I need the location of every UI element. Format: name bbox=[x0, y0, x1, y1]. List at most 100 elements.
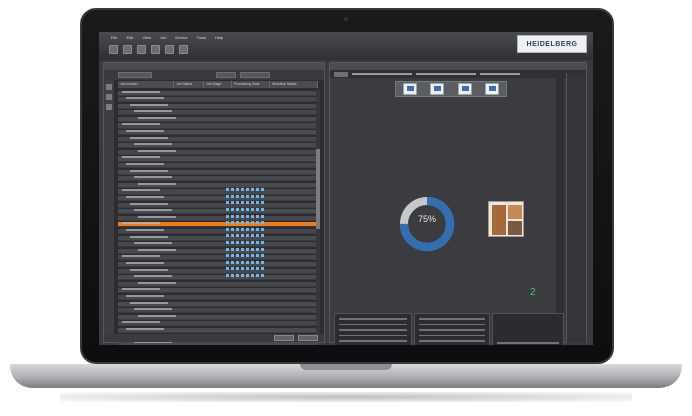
job-filter-dropdown[interactable] bbox=[118, 72, 152, 78]
scrollbar-thumb[interactable] bbox=[316, 149, 320, 229]
job-info-bar bbox=[330, 70, 586, 78]
table-row[interactable] bbox=[118, 169, 318, 175]
row-text bbox=[130, 169, 168, 172]
menu-file[interactable]: File bbox=[111, 35, 117, 40]
job-count-value: 2 bbox=[530, 287, 536, 298]
toolbar bbox=[109, 45, 188, 54]
table-row[interactable] bbox=[118, 163, 318, 169]
row-text bbox=[130, 103, 168, 106]
row-text bbox=[134, 209, 172, 212]
row-text bbox=[126, 327, 164, 330]
footer-button-left[interactable] bbox=[274, 335, 294, 341]
menu-bar: File Edit View Job Device Tools Help bbox=[111, 35, 223, 40]
stage-postpress-icon[interactable] bbox=[457, 83, 472, 95]
stage-prepress-icon[interactable] bbox=[402, 83, 417, 95]
detail-side-strip bbox=[556, 73, 564, 343]
job-info-text bbox=[416, 73, 476, 75]
row-text bbox=[130, 235, 168, 238]
column-header-workflow-status[interactable]: Workflow Status bbox=[270, 81, 318, 88]
table-row[interactable] bbox=[118, 143, 318, 149]
row-text bbox=[134, 275, 172, 278]
menu-tools[interactable]: Tools bbox=[197, 35, 206, 40]
table-row[interactable] bbox=[118, 314, 318, 320]
row-text bbox=[138, 149, 176, 152]
table-row[interactable] bbox=[118, 288, 318, 294]
menu-help[interactable]: Help bbox=[215, 35, 223, 40]
table-row[interactable] bbox=[118, 301, 318, 307]
table-row[interactable] bbox=[118, 308, 318, 314]
side-tool-icon[interactable] bbox=[106, 84, 112, 90]
camera-icon bbox=[344, 17, 348, 21]
job-list-panel: Job number Job Status Job Stage Processi… bbox=[103, 62, 325, 345]
toolbar-button-save[interactable] bbox=[137, 45, 146, 54]
menu-device[interactable]: Device bbox=[175, 35, 187, 40]
job-preview-thumbnail[interactable] bbox=[488, 201, 524, 237]
row-text bbox=[122, 156, 160, 159]
row-text bbox=[130, 202, 168, 205]
side-tool-icon[interactable] bbox=[106, 104, 112, 110]
column-header-job-status[interactable]: Job Status bbox=[174, 81, 204, 88]
job-detail-header bbox=[330, 63, 586, 70]
row-text bbox=[130, 301, 168, 304]
row-text bbox=[126, 294, 164, 297]
row-text bbox=[122, 255, 160, 258]
job-info-button[interactable] bbox=[334, 71, 348, 77]
row-text bbox=[122, 222, 160, 225]
footer-button-right[interactable] bbox=[298, 335, 318, 341]
table-row[interactable] bbox=[118, 281, 318, 287]
menu-view[interactable]: View bbox=[142, 35, 151, 40]
job-dates-box bbox=[414, 313, 490, 345]
row-text bbox=[138, 314, 176, 317]
table-row[interactable] bbox=[118, 110, 318, 116]
toolbar-button-new[interactable] bbox=[109, 45, 118, 54]
table-row[interactable] bbox=[118, 156, 318, 162]
toolbar-button-print[interactable] bbox=[179, 45, 188, 54]
job-list-header bbox=[104, 63, 324, 70]
table-row[interactable] bbox=[118, 123, 318, 129]
table-row[interactable] bbox=[118, 176, 318, 192]
table-row[interactable] bbox=[118, 149, 318, 155]
row-text bbox=[130, 268, 168, 271]
row-text bbox=[134, 143, 172, 146]
table-row[interactable] bbox=[118, 90, 318, 96]
row-text bbox=[138, 248, 176, 251]
row-text bbox=[138, 215, 176, 218]
detail-side-panel[interactable] bbox=[566, 73, 586, 343]
row-text bbox=[138, 116, 176, 119]
row-text bbox=[138, 182, 176, 185]
table-row[interactable] bbox=[118, 130, 318, 136]
side-tool-icon[interactable] bbox=[106, 94, 112, 100]
column-header-job-number[interactable]: Job number bbox=[118, 81, 174, 88]
menu-edit[interactable]: Edit bbox=[126, 35, 133, 40]
column-header-processing-state[interactable]: Processing State bbox=[232, 81, 270, 88]
progress-gauge bbox=[400, 197, 454, 251]
menu-job[interactable]: Job bbox=[160, 35, 166, 40]
job-list-scrollbar[interactable] bbox=[316, 89, 320, 334]
progress-percent-label: 75% bbox=[417, 214, 436, 224]
filter-field-dropdown[interactable] bbox=[216, 72, 236, 78]
table-row[interactable] bbox=[118, 97, 318, 103]
workflow-stage-strip bbox=[395, 81, 507, 97]
filter-value-dropdown[interactable] bbox=[240, 72, 270, 78]
row-text bbox=[134, 176, 172, 179]
table-row[interactable] bbox=[118, 136, 318, 142]
row-text bbox=[126, 261, 164, 264]
stage-finishing-icon[interactable] bbox=[485, 83, 500, 95]
row-text bbox=[134, 242, 172, 245]
row-text bbox=[126, 163, 164, 166]
toolbar-button-settings[interactable] bbox=[165, 45, 174, 54]
job-list-footer bbox=[104, 334, 324, 342]
laptop-shadow bbox=[60, 392, 632, 402]
brand-label: HEIDELBERG bbox=[526, 40, 578, 48]
job-detail-panel: 75% bbox=[329, 62, 587, 345]
table-row[interactable] bbox=[118, 103, 318, 109]
column-header-job-stage[interactable]: Job Stage bbox=[204, 81, 232, 88]
table-row[interactable] bbox=[118, 294, 318, 300]
toolbar-button-open[interactable] bbox=[123, 45, 132, 54]
table-row[interactable] bbox=[118, 321, 318, 327]
row-text bbox=[126, 196, 164, 198]
table-row[interactable] bbox=[118, 116, 318, 122]
stage-press-icon[interactable] bbox=[430, 83, 445, 95]
table-row[interactable] bbox=[118, 327, 318, 333]
toolbar-button-copy[interactable] bbox=[151, 45, 160, 54]
